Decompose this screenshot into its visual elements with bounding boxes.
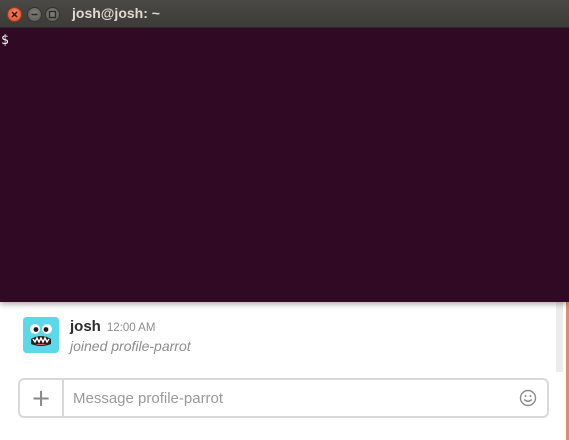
cursor: [9, 30, 16, 44]
maximize-button[interactable]: [45, 7, 60, 22]
message-text: joined profile-parrot: [70, 338, 191, 354]
message-username[interactable]: josh: [70, 318, 101, 335]
window-title: josh@josh: ~: [72, 5, 160, 21]
minimize-icon: [31, 13, 38, 16]
message-item: josh 12:00 AM joined profile-parrot: [23, 314, 543, 364]
maximize-icon: [48, 10, 57, 19]
terminal-body[interactable]: $: [0, 28, 569, 302]
terminal-titlebar[interactable]: josh@josh: ~: [0, 0, 569, 28]
message-input[interactable]: [64, 380, 504, 416]
minimize-button[interactable]: [27, 7, 42, 22]
message-composer: +: [18, 378, 549, 418]
close-icon: [11, 11, 18, 18]
close-button[interactable]: [7, 7, 22, 22]
emoji-button[interactable]: [519, 389, 537, 407]
plus-icon: +: [30, 384, 52, 412]
prompt-symbol: $: [1, 33, 9, 48]
user-avatar[interactable]: [23, 317, 59, 353]
shell-prompt: $: [1, 30, 16, 48]
messages-scrollbar[interactable]: [556, 300, 563, 372]
monster-avatar-icon: [23, 317, 59, 353]
smiley-icon: [519, 389, 537, 407]
message-timestamp[interactable]: 12:00 AM: [107, 322, 156, 334]
terminal-window[interactable]: josh@josh: ~ $: [0, 0, 569, 302]
add-attachment-button[interactable]: +: [20, 380, 64, 416]
